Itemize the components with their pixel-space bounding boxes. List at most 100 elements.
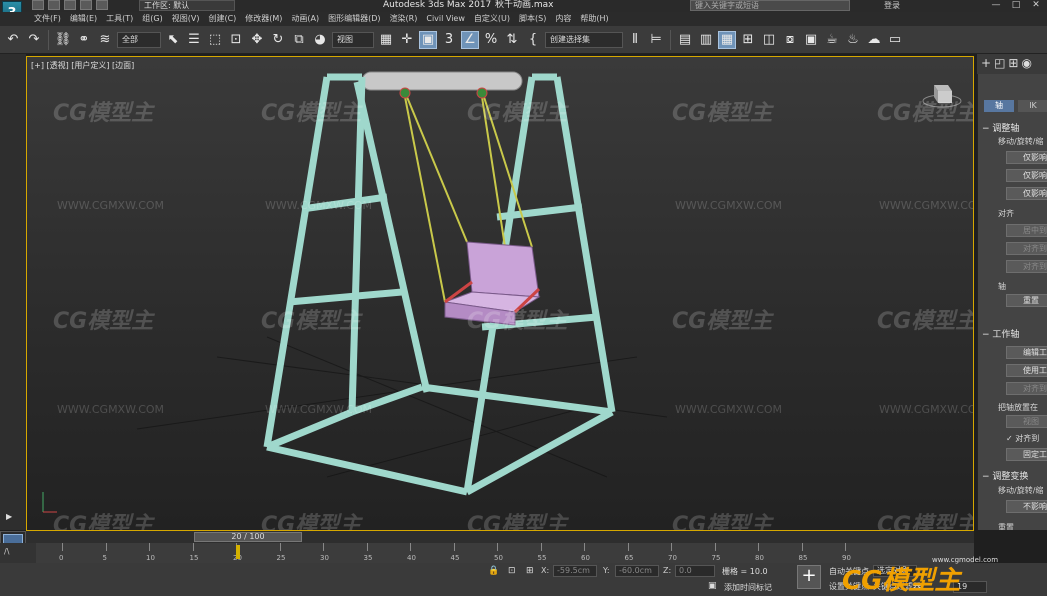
keyframe-marker[interactable] <box>236 545 240 559</box>
layer-explorer-icon[interactable]: ▤ <box>676 31 694 49</box>
affect-object-only-button[interactable]: 仅影响 <box>1006 169 1047 182</box>
align-icon[interactable]: ⊨ <box>647 31 665 49</box>
render-iterative-icon[interactable]: ♨ <box>844 31 862 49</box>
dont-affect-children-button[interactable]: 不影响 <box>1006 500 1047 513</box>
maximize-button[interactable]: □ <box>1009 0 1023 10</box>
select-rotate-icon[interactable]: ↻ <box>269 31 287 49</box>
absolute-mode-icon[interactable]: ⊡ <box>508 566 516 576</box>
edit-working-pivot-button[interactable]: 编辑工 <box>1006 346 1047 359</box>
new-file-icon[interactable] <box>32 0 44 10</box>
hierarchy-tab-icon[interactable]: ⊞ <box>1008 56 1018 72</box>
redo-icon[interactable] <box>96 0 108 10</box>
select-move-icon[interactable]: ✥ <box>248 31 266 49</box>
keyboard-shortcut-icon[interactable]: ▣ <box>419 30 437 49</box>
menu-customize[interactable]: 自定义(U) <box>474 12 519 26</box>
select-manipulate-icon[interactable]: ✛ <box>398 31 416 49</box>
x-coordinate-field[interactable]: -59.5cm <box>553 565 597 577</box>
transform-type-in-icon[interactable]: ⊞ <box>526 566 534 576</box>
expand-arrow-icon[interactable]: ▶ <box>6 512 12 521</box>
menu-modifiers[interactable]: 修改器(M) <box>245 12 291 26</box>
rect-selection-icon[interactable]: ⬚ <box>206 31 224 49</box>
schematic-view-icon[interactable]: ⊞ <box>739 31 757 49</box>
menu-content[interactable]: 内容 <box>555 12 580 26</box>
lock-selection-icon[interactable]: 🔒 <box>488 566 499 576</box>
menu-create[interactable]: 创建(C) <box>208 12 245 26</box>
minimize-button[interactable]: — <box>989 0 1003 10</box>
window-crossing-icon[interactable]: ⊡ <box>227 31 245 49</box>
select-scale-icon[interactable]: ⧉ <box>290 31 308 49</box>
material-editor-icon[interactable]: ◫ <box>760 31 778 49</box>
menu-group[interactable]: 组(G) <box>142 12 171 26</box>
perspective-viewport[interactable]: [+] [透视] [用户定义] [边面] CG模型主 CG模型主 CG模型主 C… <box>26 56 974 531</box>
rendered-frame-icon[interactable]: ▣ <box>802 31 820 49</box>
pivot-center-icon[interactable]: ▦ <box>377 31 395 49</box>
time-slider-thumb[interactable]: 20 / 100 <box>194 532 302 542</box>
menu-tools[interactable]: 工具(T) <box>106 12 142 26</box>
reference-coordinate-dropdown[interactable]: 视图 <box>332 31 374 48</box>
selection-filter-dropdown[interactable]: 全部 <box>117 31 161 48</box>
menu-scripting[interactable]: 脚本(S) <box>519 12 555 26</box>
z-coordinate-field[interactable]: 0.0 <box>675 565 715 577</box>
search-input[interactable]: 键入关键字或短语 <box>690 0 850 11</box>
ribbon-toggle-icon[interactable]: ▥ <box>697 31 715 49</box>
select-object-icon[interactable]: ⬉ <box>164 31 182 49</box>
login-link[interactable]: 登录 <box>884 0 900 11</box>
fix-working-button[interactable]: 固定工作 <box>1006 448 1047 461</box>
edit-named-selection-icon[interactable]: { <box>524 31 542 49</box>
working-pivot-section[interactable]: − 工作轴 <box>982 327 1019 340</box>
snaps-toggle-icon[interactable]: 3 <box>440 31 458 49</box>
align-to-world-button[interactable]: 对齐到 <box>1006 260 1047 273</box>
adjust-pivot-section[interactable]: − 调整轴 <box>982 121 1019 134</box>
ik-tab-button[interactable]: IK <box>1018 100 1047 112</box>
menu-graph-editors[interactable]: 图形编辑器(D) <box>328 12 389 26</box>
unlink-icon[interactable]: ⚭ <box>75 31 93 49</box>
a360-render-icon[interactable]: ▭ <box>886 31 904 49</box>
center-to-object-button[interactable]: 居中到 <box>1006 224 1047 237</box>
named-selection-dropdown[interactable]: 创建选择集 <box>545 31 623 48</box>
render-activeshade-icon[interactable]: ☁ <box>865 31 883 49</box>
affect-hierarchy-only-button[interactable]: 仅影响 <box>1006 187 1047 200</box>
adjust-transform-section[interactable]: − 调整变换 <box>982 469 1028 482</box>
reset-pivot-button[interactable]: 重置 <box>1006 294 1047 307</box>
percent-snap-icon[interactable]: % <box>482 31 500 49</box>
angle-snap-icon[interactable]: ∠ <box>461 30 479 49</box>
align-to-object-button[interactable]: 对齐到 <box>1006 242 1047 255</box>
menu-rendering[interactable]: 渲染(R) <box>390 12 427 26</box>
save-file-icon[interactable] <box>64 0 76 10</box>
time-slider[interactable]: 20 / 100 <box>26 531 974 543</box>
menu-animation[interactable]: 动画(A) <box>291 12 328 26</box>
add-key-icon[interactable]: + <box>797 565 821 589</box>
pivot-tab-button[interactable]: 轴 <box>984 100 1014 112</box>
track-bar[interactable]: 051015202530354045505560657075808590 <box>36 543 974 563</box>
ruler-toggle-icon[interactable]: /\ <box>0 543 36 563</box>
view-button[interactable]: 视图 <box>1006 415 1047 428</box>
curve-editor-icon[interactable]: ▦ <box>718 30 736 49</box>
place-icon[interactable]: ◕ <box>311 31 329 49</box>
motion-tab-icon[interactable]: ◉ <box>1021 56 1031 72</box>
render-production-icon[interactable]: ☕ <box>823 31 841 49</box>
link-icon[interactable]: ⛓ <box>54 31 72 49</box>
align-to-checkbox[interactable]: ✓ 对齐到 <box>1006 433 1039 444</box>
align-to-view-button[interactable]: 对齐到视 <box>1006 382 1047 395</box>
undo-icon[interactable] <box>80 0 92 10</box>
workspace-dropdown[interactable]: 工作区: 默认 <box>139 0 235 11</box>
bind-spacewarp-icon[interactable]: ≋ <box>96 31 114 49</box>
affect-pivot-only-button[interactable]: 仅影响 <box>1006 151 1047 164</box>
menu-help[interactable]: 帮助(H) <box>580 12 617 26</box>
modify-tab-icon[interactable]: ◰ <box>994 56 1005 72</box>
add-time-tag-label[interactable]: 添加时间标记 <box>724 582 772 593</box>
viewport-label[interactable]: [+] [透视] [用户定义] [边面] <box>31 60 134 71</box>
mirror-icon[interactable]: ⫴ <box>626 31 644 49</box>
redo-icon[interactable]: ↷ <box>25 31 43 49</box>
menu-civil-view[interactable]: Civil View <box>426 12 474 26</box>
y-coordinate-field[interactable]: -60.0cm <box>615 565 659 577</box>
render-setup-icon[interactable]: ⧇ <box>781 31 799 49</box>
menu-views[interactable]: 视图(V) <box>172 12 209 26</box>
use-working-pivot-button[interactable]: 使用工作 <box>1006 364 1047 377</box>
create-tab-icon[interactable]: + <box>981 56 991 72</box>
add-time-tag-icon[interactable]: ▣ <box>708 581 717 591</box>
menu-file[interactable]: 文件(F) <box>34 12 70 26</box>
select-by-name-icon[interactable]: ☰ <box>185 31 203 49</box>
menu-edit[interactable]: 编辑(E) <box>70 12 106 26</box>
close-button[interactable]: ✕ <box>1029 0 1043 10</box>
